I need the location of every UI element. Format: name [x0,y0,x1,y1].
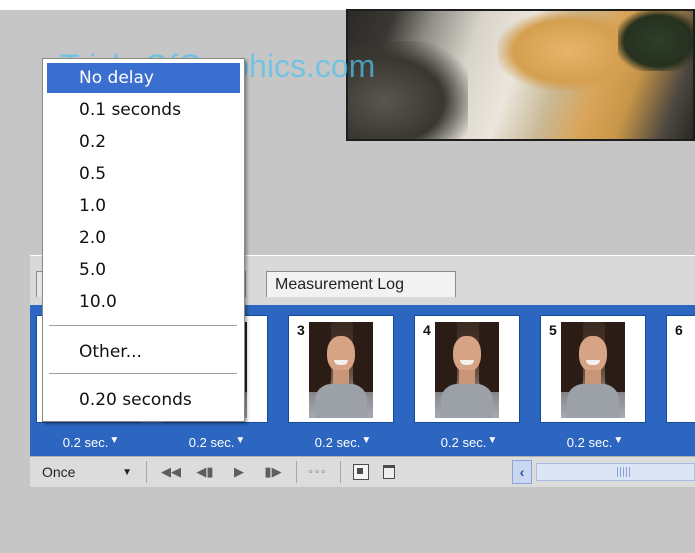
frame-thumbnail [435,322,499,418]
menu-item-10-0[interactable]: 10.0 [47,287,240,317]
document-image [346,9,695,141]
frame-number: 4 [421,322,433,338]
menu-item-current-delay[interactable]: 0.20 seconds [47,385,240,415]
frame-thumbnail [309,322,373,418]
scroll-left-icon[interactable]: ‹ [512,460,532,484]
dropdown-arrow-icon: ▼ [487,435,498,446]
previous-frame-icon[interactable]: ◀▮ [192,460,218,484]
dropdown-arrow-icon: ▼ [235,435,246,446]
menu-item-5-0[interactable]: 5.0 [47,255,240,285]
tween-icon[interactable]: ∘∘∘ [304,460,330,484]
frame-number: 6 [673,322,685,338]
menu-separator [49,325,237,327]
frame-thumbnail [561,322,625,418]
menu-item-0-5[interactable]: 0.5 [47,159,240,189]
frame-5[interactable]: 5 0.2 sec.▼ [536,311,654,450]
menu-item-0-1-seconds[interactable]: 0.1 seconds [47,95,240,125]
menu-item-1-0[interactable]: 1.0 [47,191,240,221]
frame-4[interactable]: 4 0.2 sec.▼ [410,311,528,450]
duplicate-frame-icon[interactable] [348,460,374,484]
menu-item-0-2[interactable]: 0.2 [47,127,240,157]
loop-options-select[interactable]: Once ▼ [36,460,140,484]
frames-scrollbar[interactable] [536,463,695,481]
frame-number: 5 [547,322,559,338]
trash-icon[interactable] [376,460,402,484]
dropdown-arrow-icon: ▼ [122,466,132,478]
dropdown-arrow-icon: ▼ [109,435,120,446]
frame-number: 3 [295,322,307,338]
first-frame-icon[interactable]: ◀◀ [158,460,184,484]
dropdown-arrow-icon: ▼ [361,435,372,446]
frame-3[interactable]: 3 0.2 sec.▼ [284,311,402,450]
play-icon[interactable]: ▶ [226,460,252,484]
menu-separator [49,373,237,375]
menu-item-other[interactable]: Other... [47,337,240,367]
dropdown-arrow-icon: ▼ [613,435,624,446]
tab-measurement-log[interactable]: Measurement Log [266,271,456,297]
next-frame-icon[interactable]: ▮▶ [260,460,286,484]
animation-toolbar: Once ▼ ◀◀ ◀▮ ▶ ▮▶ ∘∘∘ ‹ [30,456,695,487]
frame-delay-menu: No delay 0.1 seconds 0.2 0.5 1.0 2.0 5.0… [42,58,245,422]
scrollbar-grip[interactable] [617,467,631,477]
menu-item-2-0[interactable]: 2.0 [47,223,240,253]
menu-item-no-delay[interactable]: No delay [47,63,240,93]
frame-6[interactable]: 6 [662,311,695,427]
